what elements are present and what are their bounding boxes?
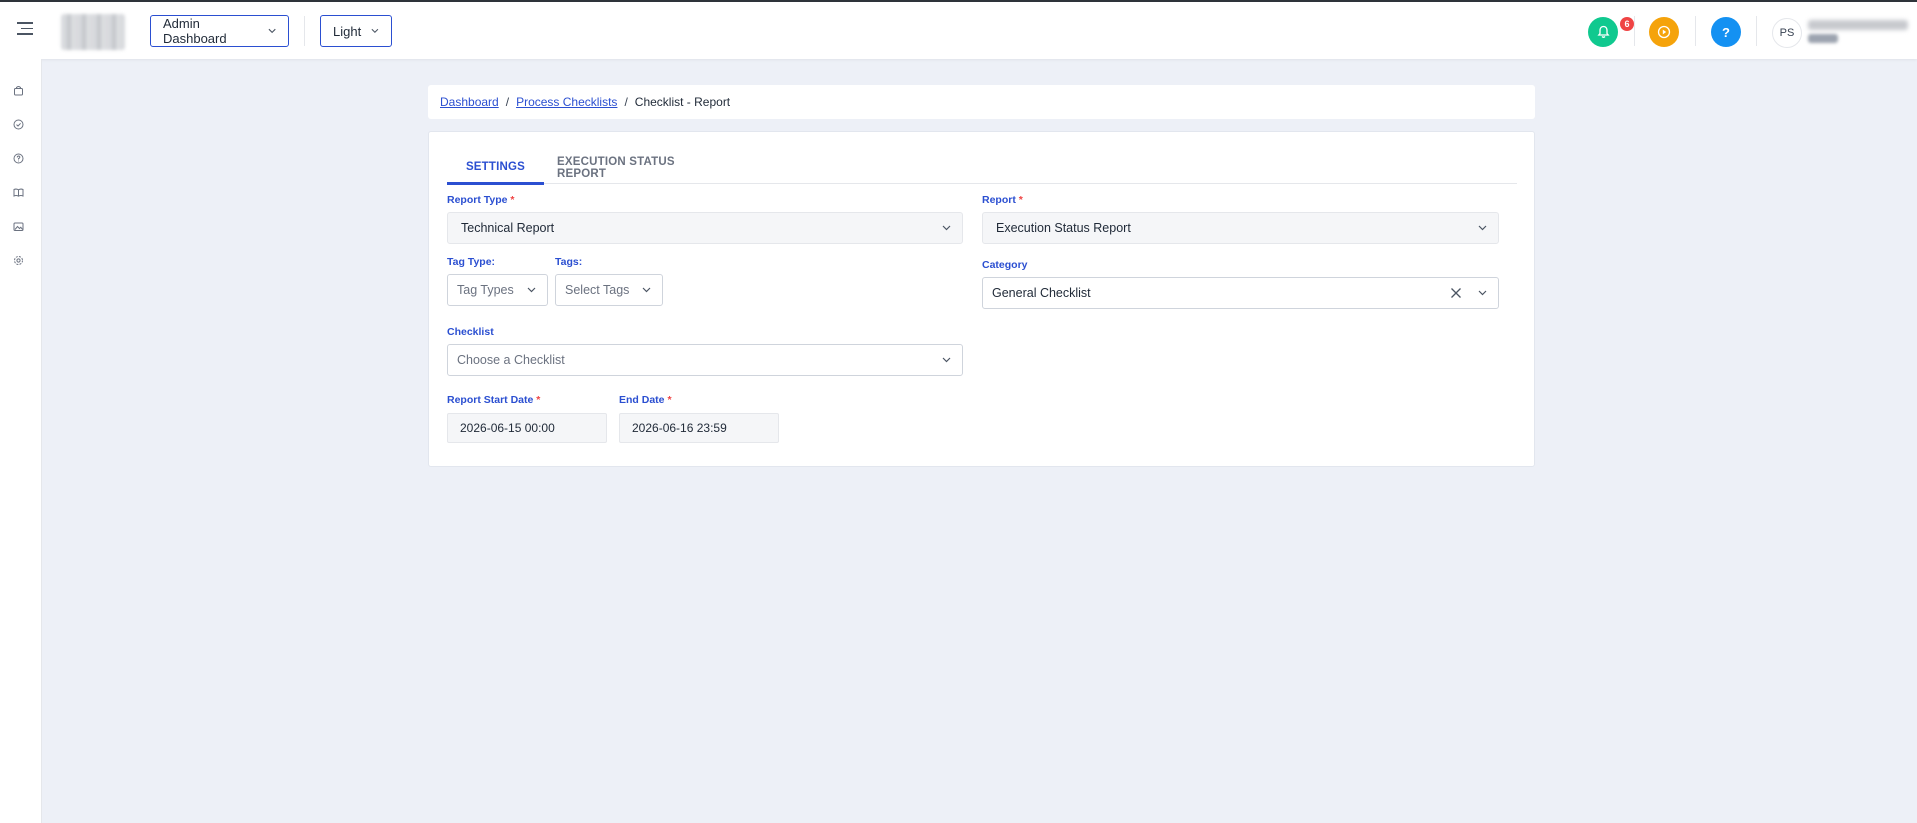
clear-icon[interactable] [1450,287,1462,299]
divider [1756,16,1757,46]
chevron-down-icon [642,287,651,293]
report-label: Report * [982,194,1023,206]
start-date-input[interactable]: 2026-06-15 00:00 [447,413,607,443]
tags-label: Tags: [555,256,583,268]
chevron-down-icon [942,225,951,231]
checklist-label: Checklist [447,326,494,338]
breadcrumb-separator: / [624,95,628,109]
breadcrumb-current: Checklist - Report [634,95,731,109]
breadcrumb-link-process-checklists[interactable]: Process Checklists [516,95,617,109]
bag-icon[interactable] [12,84,24,96]
end-date-label: End Date * [619,394,672,406]
report-type-label: Report Type * [447,194,515,206]
tag-type-select[interactable]: Tag Types [447,274,548,306]
help-button[interactable]: ? [1711,17,1741,47]
dashboard-select[interactable]: Admin Dashboard [150,15,289,47]
tab-settings[interactable]: SETTINGS [447,152,544,185]
divider [304,16,305,46]
theme-select-label: Light [333,23,362,39]
help-icon: ? [1722,24,1730,40]
report-type-select[interactable]: Technical Report [447,212,963,244]
tab-bar: SETTINGS EXECUTION STATUS REPORT [447,152,1517,185]
tags-select[interactable]: Select Tags [555,274,663,306]
book-icon[interactable] [12,186,24,198]
tag-type-placeholder: Tag Types [457,283,514,297]
chevron-down-icon [268,28,276,34]
image-icon[interactable] [12,220,24,232]
checklist-select[interactable]: Choose a Checklist [447,344,963,376]
chevron-down-icon [527,287,536,293]
divider [1695,16,1696,46]
breadcrumb-separator: / [505,95,510,109]
end-date-input[interactable]: 2026-06-16 23:59 [619,413,779,443]
avatar[interactable]: PS [1772,18,1802,48]
report-select[interactable]: Execution Status Report [982,212,1499,244]
tags-placeholder: Select Tags [565,283,630,297]
notifications-button[interactable] [1588,17,1618,47]
bell-icon [1596,25,1610,38]
breadcrumb: Dashboard / Process Checklists / Checkli… [428,85,1535,119]
notification-badge: 6 [1620,17,1634,31]
tab-execution-status-report[interactable]: EXECUTION STATUS REPORT [557,152,717,184]
gear-icon[interactable] [12,254,24,266]
report-type-value: Technical Report [461,221,555,235]
check-circle-icon[interactable] [12,118,24,130]
sidebar [0,59,42,823]
user-name-redacted[interactable] [1808,20,1914,46]
checklist-placeholder: Choose a Checklist [457,353,565,367]
chevron-down-icon [942,357,951,363]
start-date-label: Report Start Date * [447,394,541,406]
play-circle-icon [1657,25,1671,39]
category-select[interactable]: General Checklist [982,277,1499,309]
report-settings-card: SETTINGS EXECUTION STATUS REPORT Report … [428,131,1535,467]
breadcrumb-link-dashboard[interactable]: Dashboard [440,95,499,109]
question-circle-icon[interactable] [12,152,24,164]
divider [1634,16,1635,46]
category-value: General Checklist [992,286,1091,300]
brand-logo[interactable] [61,14,125,50]
report-value: Execution Status Report [996,221,1131,235]
menu-toggle-icon[interactable] [17,22,33,36]
tag-type-label: Tag Type: [447,256,496,268]
top-bar: Admin Dashboard Light 6 ? PS [0,2,1917,59]
category-label: Category [982,259,1028,271]
play-button[interactable] [1649,17,1679,47]
chevron-down-icon [1478,225,1487,231]
chevron-down-icon [1478,290,1487,296]
dashboard-select-label: Admin Dashboard [163,16,227,46]
chevron-down-icon [371,28,379,34]
theme-select[interactable]: Light [320,15,392,47]
